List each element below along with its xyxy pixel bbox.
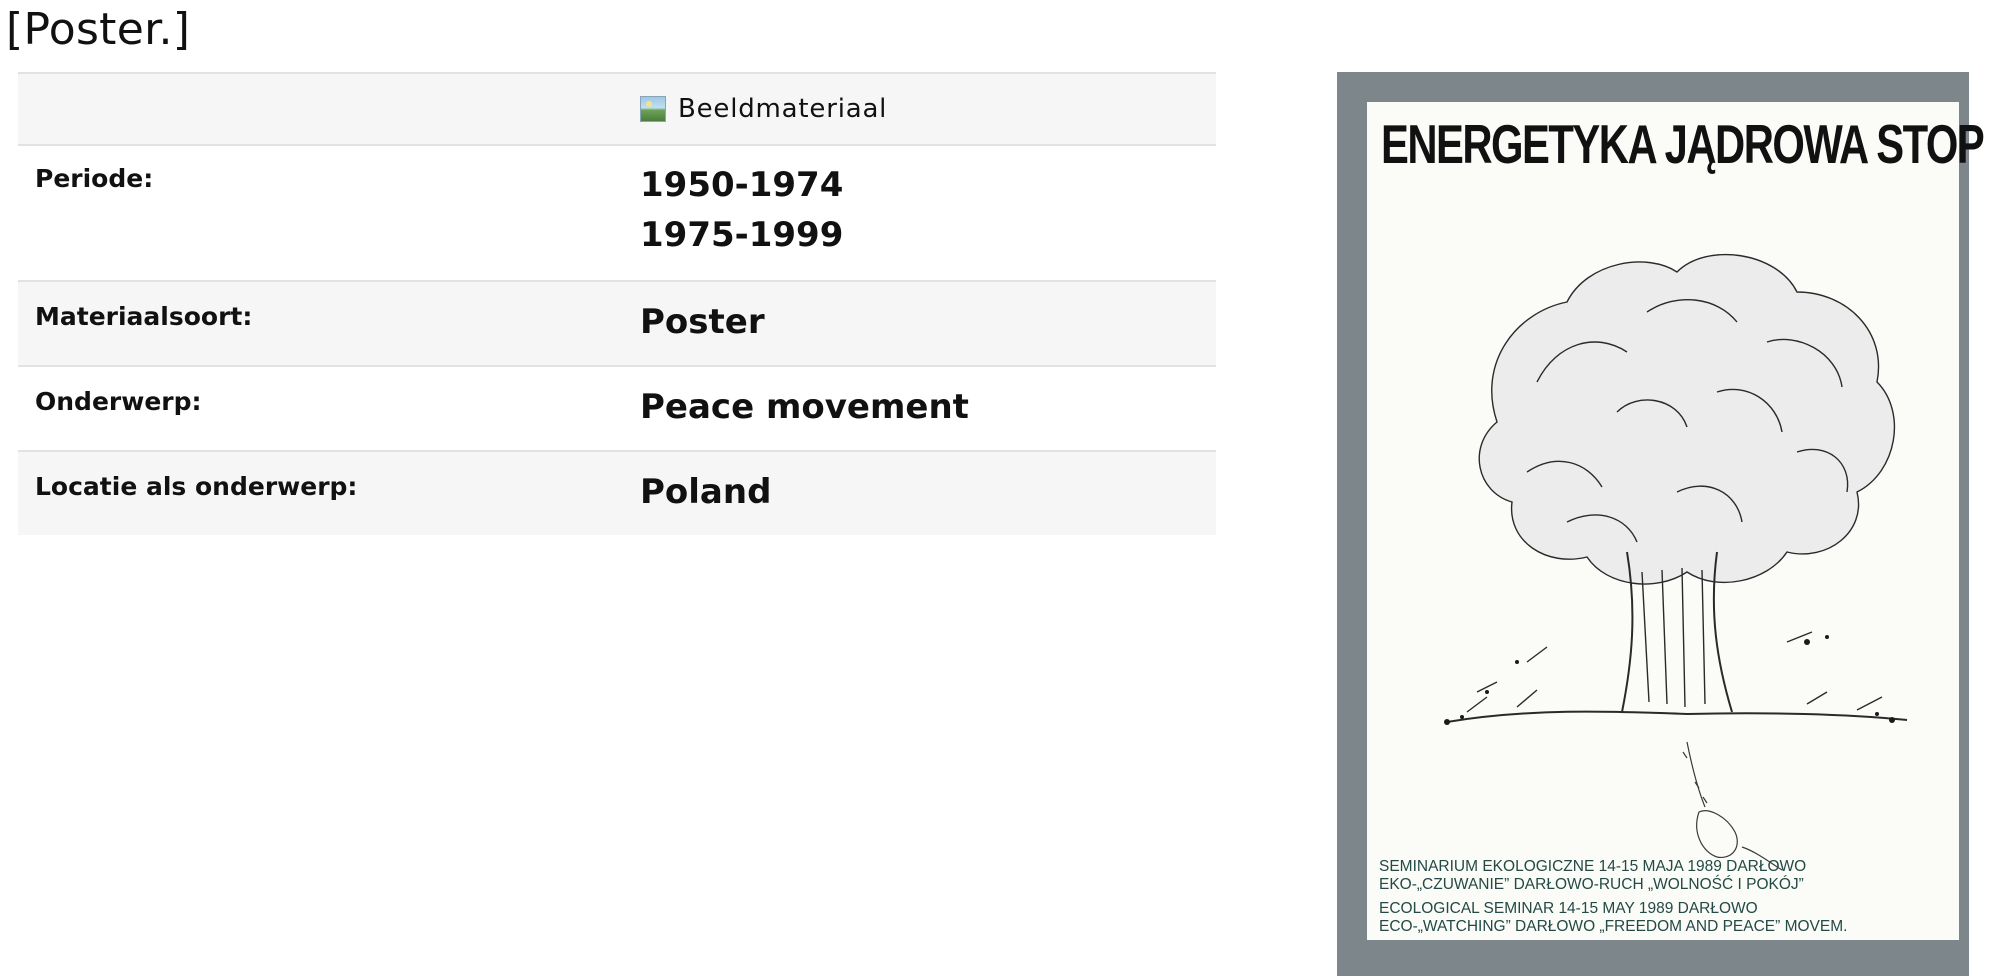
periode-value-1[interactable]: 1950-1974 [640, 160, 1216, 210]
poster-caption-line-3: ECOLOGICAL SEMINAR 14-15 MAY 1989 DARŁOW… [1379, 900, 1758, 917]
metadata-row-onderwerp: Onderwerp: Peace movement [18, 367, 1216, 452]
metadata-type-row: Beeldmateriaal [18, 74, 1216, 146]
material-type-text: Beeldmateriaal [678, 94, 888, 124]
mushroom-cloud-illustration [1444, 253, 1908, 871]
metadata-value-materiaalsoort[interactable]: Poster [640, 282, 1216, 365]
metadata-value-periode: 1950-1974 1975-1999 [640, 146, 1216, 280]
metadata-value-onderwerp[interactable]: Peace movement [640, 367, 1216, 450]
image-icon [640, 96, 666, 122]
metadata-table: Beeldmateriaal Periode: 1950-1974 1975-1… [18, 72, 1216, 535]
metadata-value-locatie[interactable]: Poland [640, 452, 1216, 535]
poster-headline: ENERGETYKA JĄDROWA STOP [1381, 113, 1985, 175]
poster-caption-line-4: ECO-„WATCHING” DARŁOWO „FREEDOM AND PEAC… [1379, 918, 1848, 935]
metadata-label-locatie: Locatie als onderwerp: [35, 472, 358, 501]
metadata-row-locatie: Locatie als onderwerp: Poland [18, 452, 1216, 535]
poster-image[interactable]: ENERGETYKA JĄDROWA STOP SEMINARIUM EKOLO… [1337, 72, 1985, 976]
page-title: [Poster.] [6, 4, 191, 55]
metadata-label-materiaalsoort: Materiaalsoort: [35, 302, 253, 331]
metadata-row-periode: Periode: 1950-1974 1975-1999 [18, 146, 1216, 282]
periode-value-2[interactable]: 1975-1999 [640, 210, 1216, 260]
metadata-type-label-cell [18, 74, 640, 144]
poster-caption-polish: SEMINARIUM EKOLOGICZNE 14-15 MAJA 1989 D… [1379, 858, 1949, 894]
metadata-row-materiaalsoort: Materiaalsoort: Poster [18, 282, 1216, 367]
metadata-label-periode: Periode: [35, 164, 154, 193]
poster-caption-line-1: SEMINARIUM EKOLOGICZNE 14-15 MAJA 1989 D… [1379, 858, 1807, 875]
poster-caption-english: ECOLOGICAL SEMINAR 14-15 MAY 1989 DARŁOW… [1379, 900, 1949, 936]
poster-caption: SEMINARIUM EKOLOGICZNE 14-15 MAJA 1989 D… [1379, 858, 1949, 936]
metadata-type-value: Beeldmateriaal [640, 74, 1216, 144]
poster-caption-line-2: EKO-„CZUWANIE” DARŁOWO-RUCH „WOLNOŚĆ I P… [1379, 876, 1804, 893]
metadata-label-onderwerp: Onderwerp: [35, 387, 202, 416]
page: [Poster.] Beeldmateriaal Periode: 1950-1… [0, 0, 2006, 976]
poster-sheet: ENERGETYKA JĄDROWA STOP SEMINARIUM EKOLO… [1367, 102, 1985, 940]
